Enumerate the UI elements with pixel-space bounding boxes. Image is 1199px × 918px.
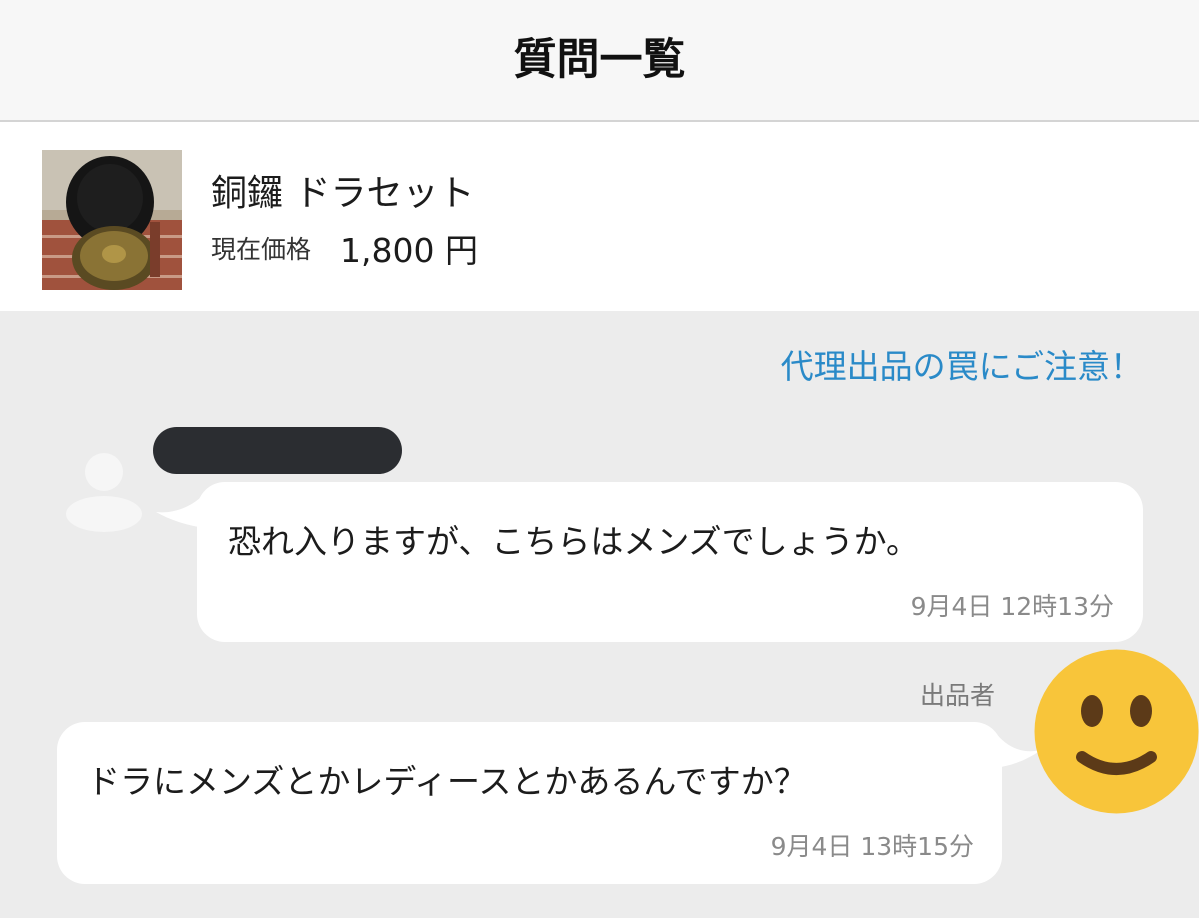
header-bar: 質問一覧 [0, 0, 1199, 122]
product-name[interactable]: 銅鑼 ドラセット [211, 164, 474, 216]
page-title: 質問一覧 [513, 35, 686, 85]
product-thumbnail[interactable] [42, 150, 182, 290]
question-timestamp: 9月4日 12時13分 [910, 592, 1114, 621]
proxy-listing-warning-link[interactable]: 代理出品の罠にご注意！ [781, 340, 1143, 388]
default-user-icon [66, 453, 142, 532]
price-value: 1,800 円 [340, 231, 478, 270]
answer-timestamp: 9月4日 13時15分 [770, 832, 974, 861]
question-text: 恐れ入りますが、こちらはメンズでしょうか。 [228, 522, 920, 561]
smiley-face-icon [1034, 649, 1199, 814]
gong-set-photo-icon [42, 150, 182, 290]
redacted-username [153, 427, 402, 474]
answer-text: ドラにメンズとかレディースとかあるんですか？ [87, 762, 807, 801]
product-summary[interactable]: 銅鑼 ドラセット 現在価格 1,800 円 [0, 122, 1199, 311]
price-label: 現在価格 [211, 235, 312, 264]
seller-label: 出品者 [920, 681, 996, 710]
